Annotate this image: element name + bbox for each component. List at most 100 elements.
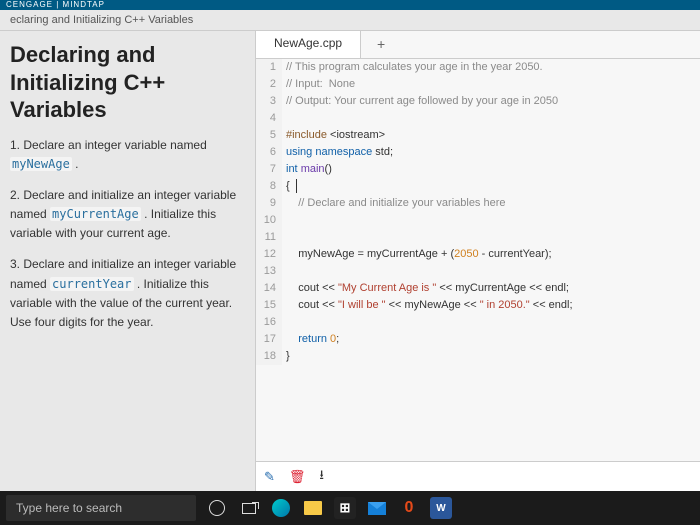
code-text[interactable] <box>282 263 286 280</box>
code-text[interactable]: // Output: Your current age followed by … <box>282 93 558 110</box>
code-token: "My Current Age is " <box>338 282 436 294</box>
step-code: myCurrentAge <box>50 207 141 221</box>
code-token: << endl; <box>530 299 573 311</box>
code-line[interactable]: 7int main() <box>256 161 700 178</box>
code-text[interactable]: using namespace std; <box>282 144 393 161</box>
code-token: myNewAge = myCurrentAge + ( <box>286 248 454 260</box>
code-token: " in 2050." <box>480 299 530 311</box>
step-item: 2. Declare and initialize an integer var… <box>10 186 243 244</box>
code-token: int <box>286 163 301 175</box>
code-token: // Output: Your current age followed by … <box>286 95 558 107</box>
code-text[interactable] <box>282 314 286 331</box>
code-token: using namespace <box>286 146 375 158</box>
code-line[interactable]: 16 <box>256 314 700 331</box>
code-line[interactable]: 2// Input: None <box>256 76 700 93</box>
code-token: { <box>286 180 290 192</box>
code-editor[interactable]: 1 // This program calculates your age in … <box>256 59 700 461</box>
taskview-icon[interactable] <box>238 497 260 519</box>
code-token: main <box>301 163 325 175</box>
line-number: 14 <box>256 280 282 297</box>
code-token: <iostream> <box>330 129 385 141</box>
line-number: 18 <box>256 348 282 365</box>
line-number: 1 <box>256 59 282 76</box>
step-code: myNewAge <box>10 157 72 171</box>
tab-file[interactable]: NewAge.cpp <box>256 31 361 58</box>
store-icon[interactable]: ⊞ <box>334 497 356 519</box>
code-token: } <box>286 350 290 362</box>
code-token: ; <box>336 333 339 345</box>
line-number: 12 <box>256 246 282 263</box>
edge-icon[interactable] <box>270 497 292 519</box>
code-line[interactable]: 13 <box>256 263 700 280</box>
code-line[interactable]: 17 return 0; <box>256 331 700 348</box>
download-icon[interactable]: ⭳ <box>319 466 324 488</box>
code-line[interactable]: 12 myNewAge = myCurrentAge + (2050 - cur… <box>256 246 700 263</box>
code-line[interactable]: 9 // Declare and initialize your variabl… <box>256 195 700 212</box>
line-number: 13 <box>256 263 282 280</box>
code-line[interactable]: 18} <box>256 348 700 365</box>
code-token <box>286 197 298 209</box>
code-line[interactable]: 3// Output: Your current age followed by… <box>256 93 700 110</box>
code-text[interactable]: myNewAge = myCurrentAge + (2050 - curren… <box>282 246 552 263</box>
code-text[interactable] <box>282 212 286 229</box>
tab-add[interactable]: + <box>361 31 401 58</box>
line-number: 2 <box>256 76 282 93</box>
code-token: std; <box>375 146 393 158</box>
mail-icon[interactable] <box>366 497 388 519</box>
instructions-panel: Declaring and Initializing C++ Variables… <box>0 31 255 491</box>
code-token: // Declare and initialize your variables… <box>298 197 505 209</box>
editor-toolbar: ✎ 🗑 ⭳ <box>256 461 700 491</box>
office-icon[interactable]: 0 <box>398 497 420 519</box>
tab-bar: NewAge.cpp + <box>256 31 700 59</box>
code-text[interactable]: int main() <box>282 161 332 178</box>
search-input[interactable]: Type here to search <box>6 495 196 521</box>
breadcrumb: eclaring and Initializing C++ Variables <box>0 10 700 31</box>
code-token: () <box>325 163 332 175</box>
explorer-icon[interactable] <box>302 497 324 519</box>
code-token <box>286 333 298 345</box>
work-area: Declaring and Initializing C++ Variables… <box>0 31 700 491</box>
line-number: 15 <box>256 297 282 314</box>
code-text[interactable]: // Input: None <box>282 76 355 93</box>
cortana-icon[interactable] <box>206 497 228 519</box>
text-cursor <box>296 179 297 193</box>
step-number: 2. <box>10 188 23 202</box>
code-token: cout << <box>286 282 338 294</box>
code-text[interactable]: cout << "My Current Age is " << myCurren… <box>282 280 569 297</box>
code-token: cout << <box>286 299 338 311</box>
code-text[interactable] <box>282 110 286 127</box>
code-line[interactable]: 4 <box>256 110 700 127</box>
code-text[interactable]: // Declare and initialize your variables… <box>282 195 506 212</box>
code-token: return <box>298 333 330 345</box>
code-text[interactable]: #include <iostream> <box>282 127 385 144</box>
trash-icon[interactable]: 🗑 <box>289 469 306 485</box>
step-item: 3. Declare and initialize an integer var… <box>10 255 243 332</box>
code-line[interactable]: 15 cout << "I will be " << myNewAge << "… <box>256 297 700 314</box>
brand-bar: CENGAGE | MINDTAP <box>0 0 700 10</box>
taskbar: Type here to search ⊞ 0 W <box>0 491 700 525</box>
line-number: 9 <box>256 195 282 212</box>
code-text[interactable]: // This program calculates your age in t… <box>282 59 543 76</box>
code-text[interactable] <box>282 229 286 246</box>
word-icon[interactable]: W <box>430 497 452 519</box>
line-number: 7 <box>256 161 282 178</box>
code-token: - currentYear); <box>479 248 552 260</box>
edit-icon[interactable]: ✎ <box>264 469 275 485</box>
code-line[interactable]: 6using namespace std; <box>256 144 700 161</box>
code-line[interactable]: 1 // This program calculates your age in … <box>256 59 700 76</box>
line-number: 4 <box>256 110 282 127</box>
code-token: // This program calculates your age in t… <box>286 61 543 73</box>
line-number: 11 <box>256 229 282 246</box>
code-line[interactable]: 5#include <iostream> <box>256 127 700 144</box>
code-token: "I will be " <box>338 299 386 311</box>
code-line[interactable]: 14 cout << "My Current Age is " << myCur… <box>256 280 700 297</box>
code-text[interactable]: cout << "I will be " << myNewAge << " in… <box>282 297 573 314</box>
editor-panel: NewAge.cpp + 1 // This program calculates… <box>255 31 700 491</box>
code-text[interactable]: { <box>282 178 297 195</box>
code-text[interactable]: return 0; <box>282 331 339 348</box>
code-line[interactable]: 11 <box>256 229 700 246</box>
step-item: 1. Declare an integer variable named myN… <box>10 136 243 174</box>
code-line[interactable]: 8{ <box>256 178 700 195</box>
code-line[interactable]: 10 <box>256 212 700 229</box>
code-text[interactable]: } <box>282 348 290 365</box>
